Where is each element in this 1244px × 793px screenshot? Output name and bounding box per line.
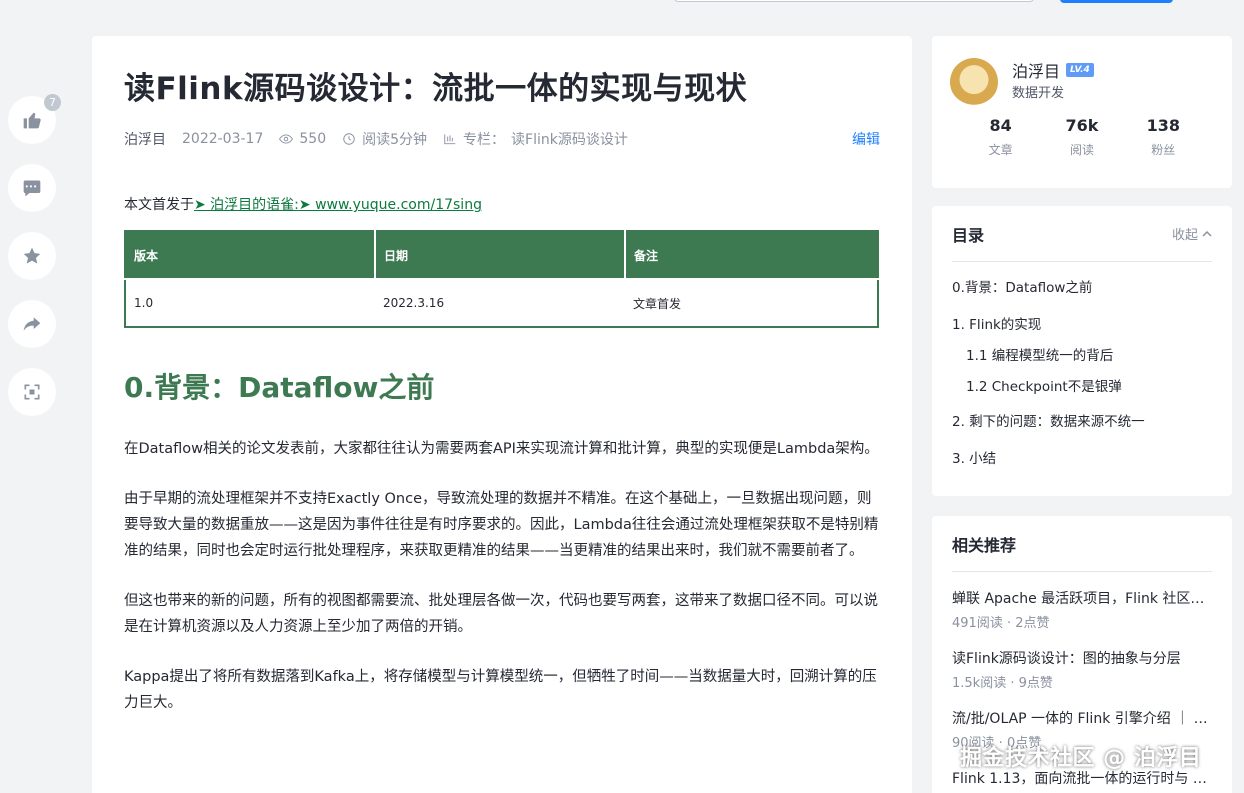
- stat-value: 138: [1146, 116, 1181, 135]
- toc-collapse-button[interactable]: 收起: [1172, 224, 1212, 243]
- column-link[interactable]: 读Flink源码谈设计: [511, 129, 628, 149]
- toc-header: 目录 收起: [952, 206, 1212, 262]
- related-item[interactable]: 读Flink源码谈设计：图的抽象与分层 1.5k阅读 · 9点赞: [952, 648, 1212, 694]
- table-header-cell: 备注: [625, 231, 878, 280]
- avatar[interactable]: [950, 58, 998, 106]
- toc-collapse-label: 收起: [1171, 228, 1198, 243]
- author-role: 数据开发: [1012, 86, 1065, 101]
- toc-item[interactable]: 3. 小结: [952, 449, 1212, 469]
- table-cell: 文章首发: [625, 279, 878, 328]
- paragraph: 但这也带来的新的问题，所有的视图都需要流、批处理层各做一次，代码也要写两套，这带…: [124, 593, 878, 635]
- author-name-row: 泊浮目 LV.4: [1012, 58, 1094, 82]
- table-header-cell: 版本: [125, 231, 376, 280]
- author-name[interactable]: 泊浮目: [1012, 58, 1060, 82]
- author-card: 泊浮目 LV.4 数据开发 84 文章 76k 阅读 138 粉丝: [932, 36, 1232, 188]
- intro-prefix: 本文首发于: [124, 197, 194, 213]
- column-icon: [444, 134, 456, 145]
- stat-value: 84: [989, 116, 1012, 135]
- share-icon: [23, 317, 41, 331]
- related-item[interactable]: 蝉联 Apache 最活跃项目，Flink 社区是如何保持高速发展的？ 491阅…: [952, 588, 1212, 634]
- read-time-value: 阅读5分钟: [362, 132, 428, 148]
- article-meta: 泊浮目 2022-03-17 550 阅读5分钟 专栏： 读Flink源码谈设计…: [124, 128, 880, 150]
- stat-label: 粉丝: [1151, 143, 1176, 157]
- chevron-up-icon: [1202, 230, 1212, 237]
- article-title: 读Flink源码谈设计：流批一体的实现与现状: [124, 71, 748, 107]
- article-panel: 读Flink源码谈设计：流批一体的实现与现状 泊浮目 2022-03-17 55…: [92, 36, 912, 793]
- thumbs-up-icon: [23, 112, 41, 129]
- column-prefix: 专栏：: [463, 132, 506, 148]
- related-title: 相关推荐: [952, 535, 1017, 555]
- toc-card: 目录 收起 0.背景：Dataflow之前 1. Flink的实现 1.1 编程…: [932, 206, 1232, 496]
- paragraph: 由于早期的流处理框架并不支持Exactly Once，导致流处理的数据并不精准。…: [124, 491, 879, 559]
- stat-followers[interactable]: 138 粉丝: [1128, 116, 1198, 158]
- like-button[interactable]: 7: [8, 94, 61, 144]
- fullscreen-button[interactable]: [8, 368, 56, 416]
- edit-link[interactable]: 编辑: [852, 129, 880, 149]
- section-heading: 0.背景：Dataflow之前: [124, 371, 435, 404]
- toc-item[interactable]: 1. Flink的实现: [952, 315, 1212, 335]
- intro-line: 本文首发于➤ 泊浮目的语雀:➤ www.yuque.com/17sing: [124, 194, 880, 216]
- search-input[interactable]: [674, 0, 1034, 2]
- table-header-cell: 日期: [375, 231, 626, 280]
- column-info: 专栏： 读Flink源码谈设计: [443, 129, 628, 149]
- yuque-url-link[interactable]: ➤ www.yuque.com/17sing: [299, 197, 482, 213]
- paragraph: Kappa提出了将所有数据落到Kafka上，将存储模型与计算模型统一，但牺牲了时…: [124, 669, 877, 711]
- stat-reads: 76k 阅读: [1047, 116, 1117, 158]
- watermark: 掘金技术社区 @ 泊浮目: [960, 746, 1202, 771]
- clock-icon: [343, 133, 355, 145]
- stat-articles[interactable]: 84 文章: [966, 116, 1036, 158]
- view-count-value: 550: [299, 131, 327, 147]
- version-table: 版本 日期 备注 1.0 2022.3.16 文章首发: [124, 230, 879, 328]
- author-link[interactable]: 泊浮目: [124, 129, 166, 149]
- stat-label: 阅读: [1069, 143, 1094, 157]
- stat-label: 文章: [988, 143, 1013, 157]
- focus-icon: [24, 384, 40, 400]
- read-time: 阅读5分钟: [342, 129, 427, 149]
- table-header-row: 版本 日期 备注: [125, 231, 878, 280]
- table-cell: 2022.3.16: [375, 279, 625, 328]
- author-stats: 84 文章 76k 阅读 138 粉丝: [932, 116, 1232, 158]
- article-action-panel: 7: [8, 94, 61, 436]
- publish-date: 2022-03-17: [182, 131, 264, 147]
- like-count-badge: 7: [44, 94, 61, 111]
- level-badge: LV.4: [1066, 63, 1094, 77]
- toc-item[interactable]: 2. 剩下的问题：数据来源不统一: [952, 412, 1212, 432]
- top-bar: [0, 0, 1244, 14]
- related-item-meta: 1.5k阅读 · 9点赞: [952, 676, 1053, 691]
- toc-item[interactable]: 0.背景：Dataflow之前: [952, 278, 1212, 298]
- table-cell: 1.0: [125, 279, 375, 328]
- star-icon: [23, 247, 41, 264]
- eye-icon: [279, 134, 294, 144]
- favorite-button[interactable]: [8, 232, 56, 280]
- toc-title: 目录: [952, 225, 985, 245]
- related-item-title[interactable]: 流/批/OLAP 一体的 Flink 引擎介绍 ｜ 青训营笔记: [952, 708, 1212, 730]
- view-count: 550: [279, 131, 326, 147]
- table-row: 1.0 2022.3.16 文章首发: [125, 279, 878, 328]
- related-header: 相关推荐: [952, 516, 1212, 572]
- stat-value: 76k: [1065, 116, 1099, 135]
- toc-item[interactable]: 1.2 Checkpoint不是银弹: [952, 377, 1212, 397]
- share-button[interactable]: [8, 300, 56, 348]
- create-button[interactable]: [1060, 0, 1173, 3]
- comment-button[interactable]: [8, 164, 56, 212]
- toc-item[interactable]: 1.1 编程模型统一的背后: [952, 346, 1212, 366]
- related-item-meta: 491阅读 · 2点赞: [952, 616, 1050, 631]
- related-item-title[interactable]: 蝉联 Apache 最活跃项目，Flink 社区是如何保持高速发展的？: [952, 588, 1212, 610]
- toc-list: 0.背景：Dataflow之前 1. Flink的实现 1.1 编程模型统一的背…: [952, 278, 1212, 469]
- paragraph: 在Dataflow相关的论文发表前，大家都往往认为需要两套API来实现流计算和批…: [124, 441, 879, 457]
- comment-icon: [23, 180, 41, 197]
- yuque-link[interactable]: ➤ 泊浮目的语雀:: [194, 197, 299, 213]
- related-item-title[interactable]: 读Flink源码谈设计：图的抽象与分层: [952, 648, 1212, 670]
